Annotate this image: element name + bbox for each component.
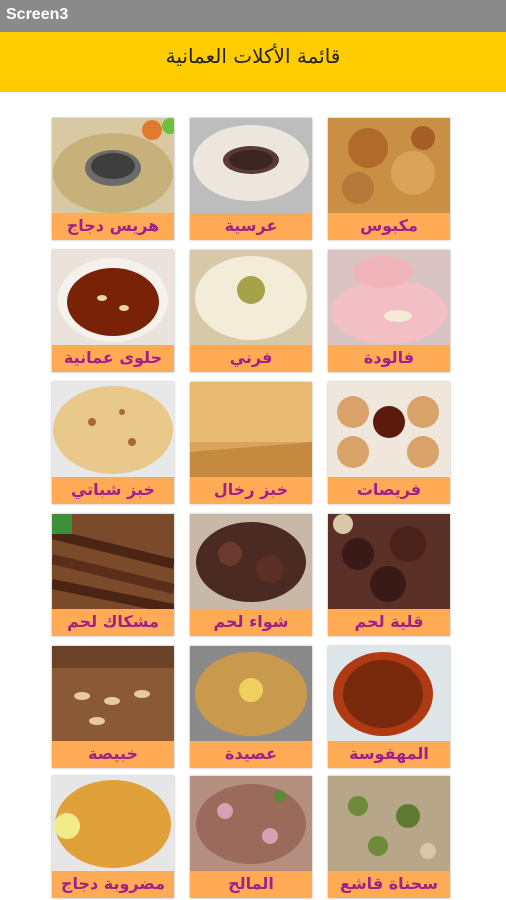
food-item-omani-halwa[interactable]: حلوى عمانية [52,250,174,372]
meat-skewers-photo-icon [52,514,174,609]
khabisa-photo-icon [52,646,174,741]
food-label: مضروبة دجاج [60,874,166,893]
food-item-arsiya[interactable]: عرسية [190,118,312,240]
food-item-khabisa[interactable]: خبيصة [52,646,174,768]
fried-meat-photo-icon [328,514,450,609]
salted-fish-photo-icon [190,776,312,871]
arsiya-photo-icon [190,118,312,213]
food-item-aseeda[interactable]: عصيدة [190,646,312,768]
page-header: قائمة الأكلات العمانية [0,32,506,92]
food-label: عرسية [224,216,278,235]
sahnah-qashea-photo-icon [328,776,450,871]
title-bar: Screen3 [0,0,506,32]
mahfousa-photo-icon [328,646,450,741]
window-title: Screen3 [6,6,69,23]
page-title: قائمة الأكلات العمانية [165,44,341,68]
food-item-furaisat[interactable]: فريصات [328,382,450,504]
food-item-fried-meat[interactable]: قلية لحم [328,514,450,636]
food-label: سحناة قاشع [340,874,438,893]
food-item-shuwa-meat[interactable]: شواء لحم [190,514,312,636]
food-item-sahnah-qashea[interactable]: سحناة قاشع [328,776,450,898]
omani-halwa-photo-icon [52,250,174,345]
food-label: شواء لحم [213,612,289,631]
food-label: المالح [228,874,274,893]
food-label: خبيصة [87,744,139,763]
food-label: عصيدة [225,744,277,763]
food-item-rakhal-bread[interactable]: خبز رخال [190,382,312,504]
food-label: فرني [229,348,273,367]
food-item-harees-chicken[interactable]: هريس دجاج [52,118,174,240]
food-item-salted-fish[interactable]: المالح [190,776,312,898]
food-label: خبز رخال [213,480,289,499]
food-label: فريصات [356,480,422,499]
firni-photo-icon [190,250,312,345]
aseeda-photo-icon [190,646,312,741]
food-item-makboos[interactable]: مكبوس [328,118,450,240]
food-label: مكبوس [360,216,418,235]
food-label: فالودة [363,348,415,367]
harees-chicken-photo-icon [52,118,174,213]
madrouba-chicken-photo-icon [52,776,174,871]
makboos-photo-icon [328,118,450,213]
food-label: خبز شباتي [70,480,156,499]
food-item-mahfousa[interactable]: المهفوسة [328,646,450,768]
food-label: قلية لحم [354,612,424,631]
food-label: مشكاك لحم [67,612,159,631]
food-item-faloodah[interactable]: فالودة [328,250,450,372]
food-label: حلوى عمانية [63,348,163,367]
food-item-chapati-bread[interactable]: خبز شباتي [52,382,174,504]
food-item-meat-skewers[interactable]: مشكاك لحم [52,514,174,636]
shuwa-meat-photo-icon [190,514,312,609]
faloodah-photo-icon [328,250,450,345]
food-label: هريس دجاج [66,216,160,235]
food-item-firni[interactable]: فرني [190,250,312,372]
food-label: المهفوسة [349,744,429,763]
rakhal-bread-photo-icon [190,382,312,477]
food-item-madrouba-chicken[interactable]: مضروبة دجاج [52,776,174,898]
chapati-bread-photo-icon [52,382,174,477]
furaisat-photo-icon [328,382,450,477]
